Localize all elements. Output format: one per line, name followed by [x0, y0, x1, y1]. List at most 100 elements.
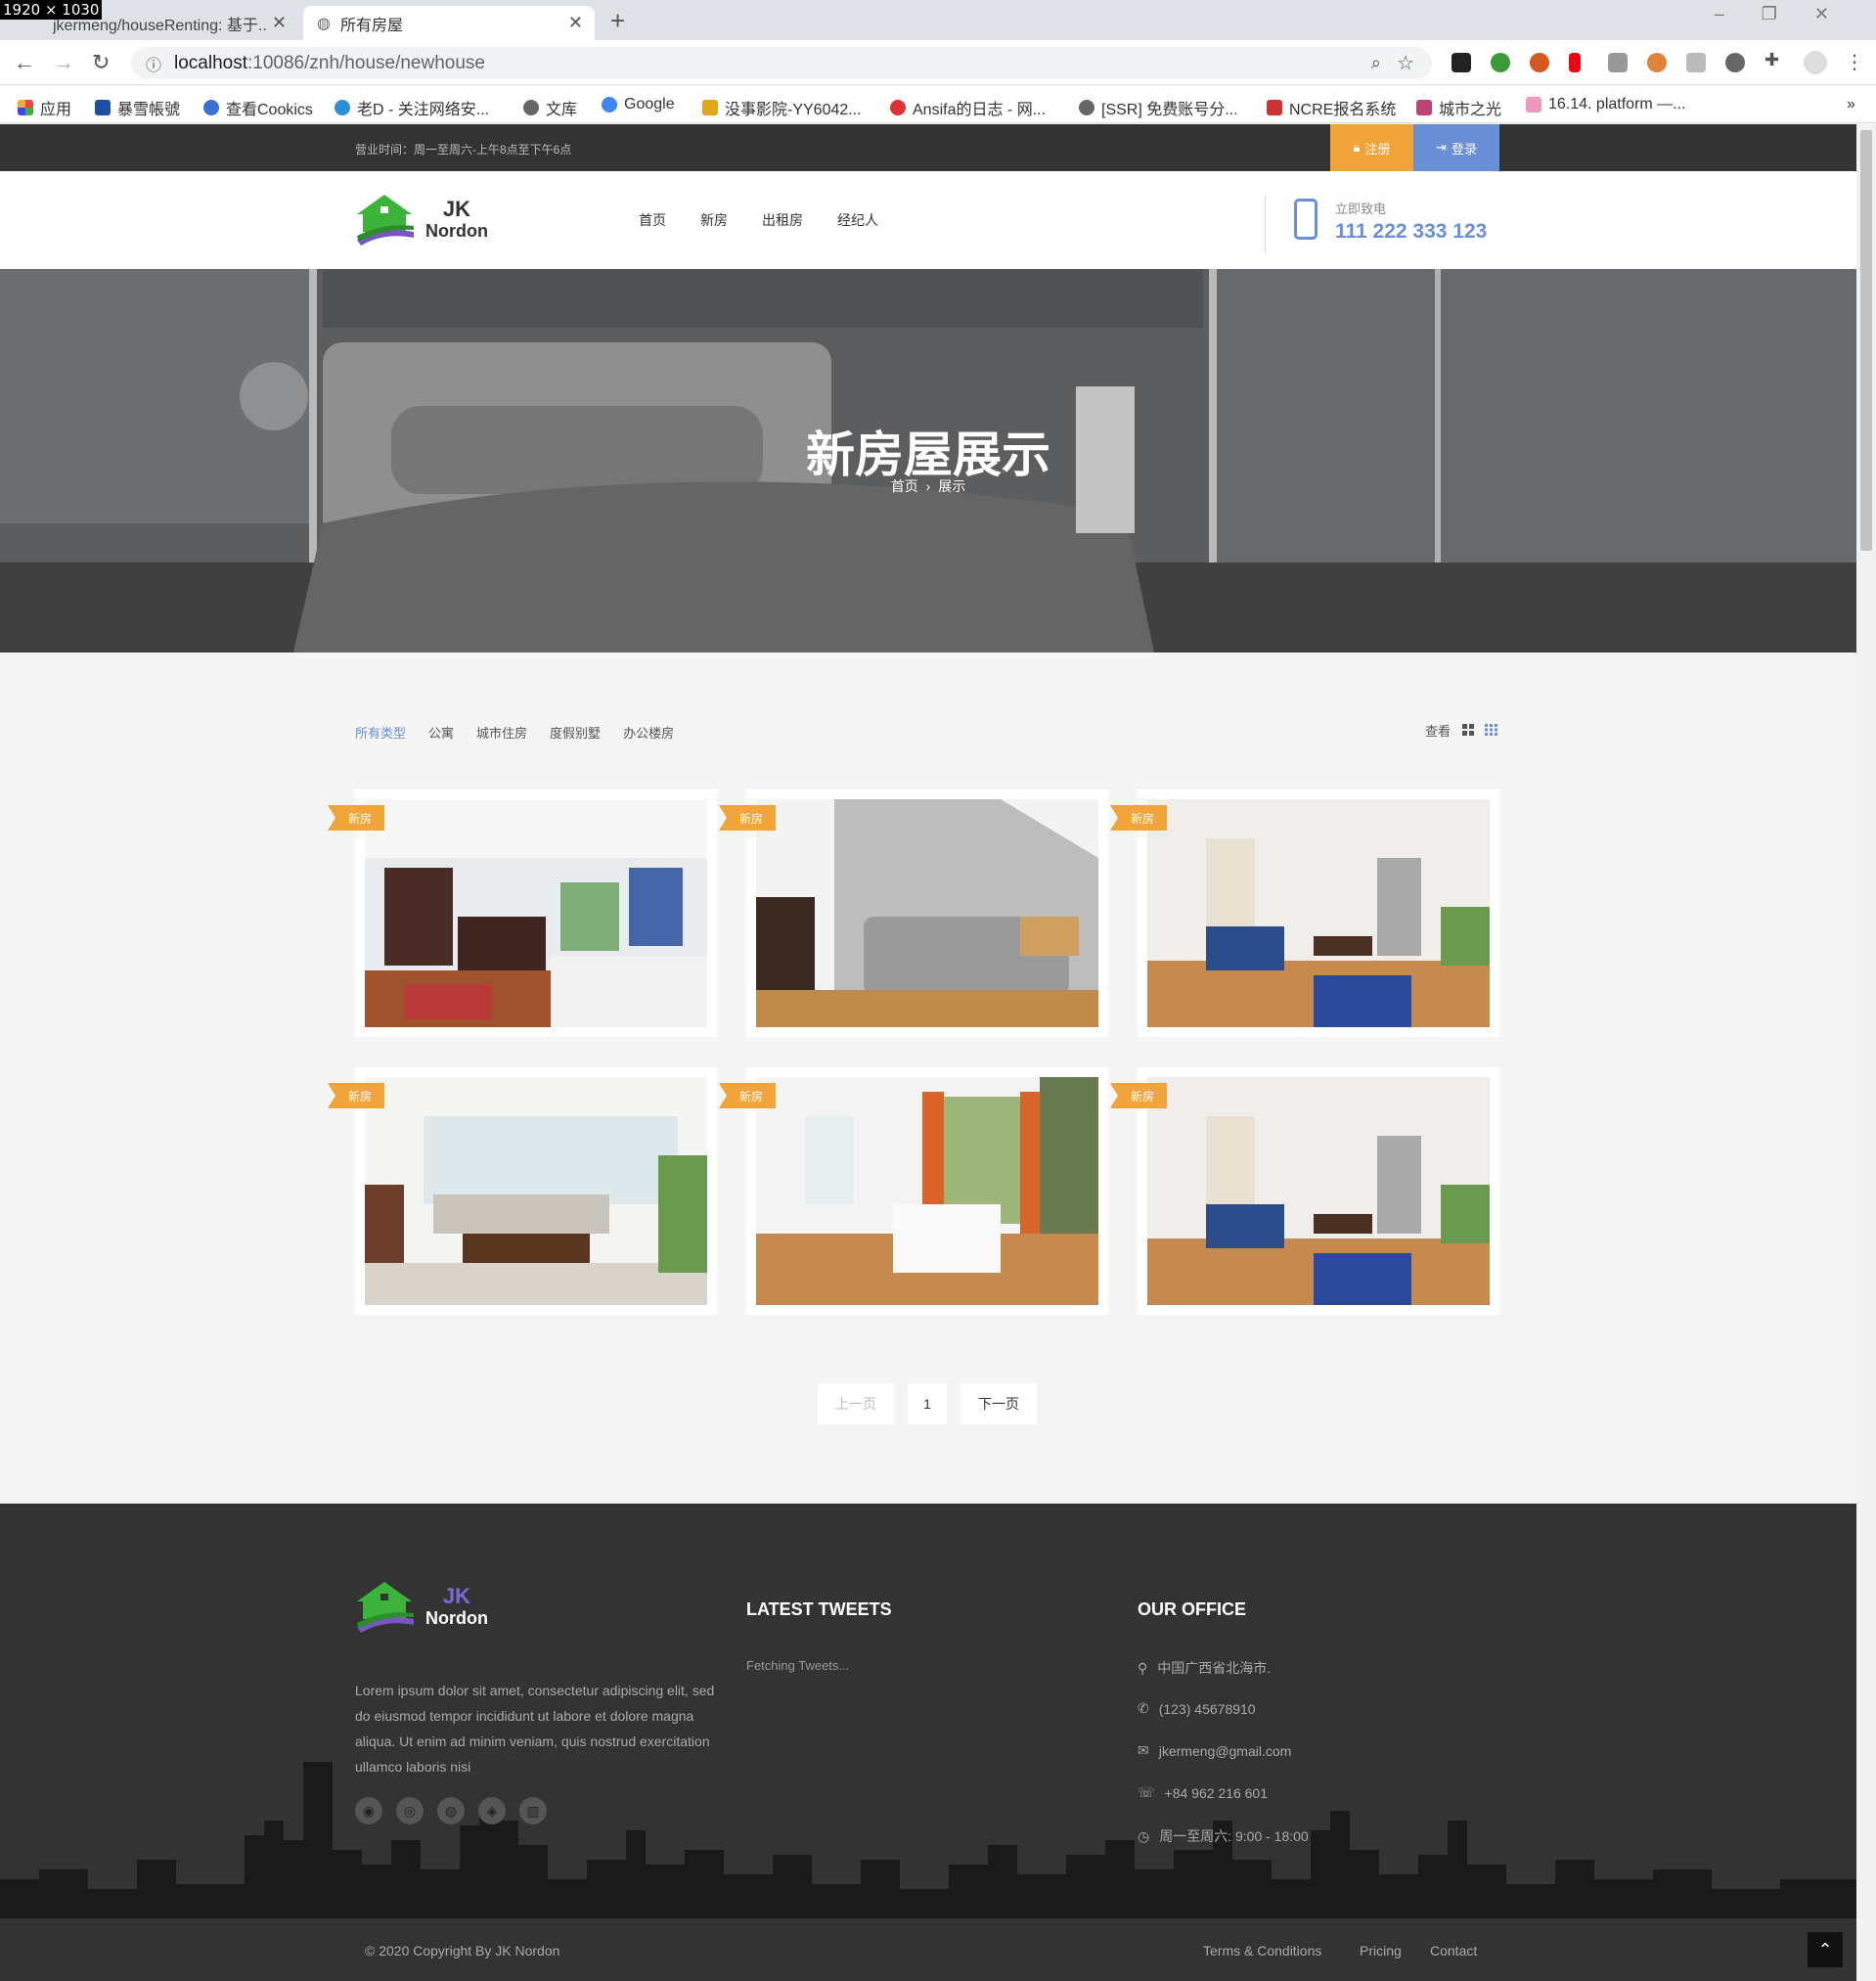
property-type-filters: 所有类型 公寓 城市住房 度假别墅 办公楼房	[355, 723, 674, 742]
scrollbar-thumb[interactable]	[1860, 130, 1872, 551]
bedroom-photo[interactable]	[756, 799, 1098, 1027]
bookmark-item[interactable]: 老D - 关注网络安...	[335, 96, 489, 119]
info-icon[interactable]: ⓘ	[146, 52, 161, 75]
property-card[interactable]: 新房	[328, 1067, 717, 1315]
next-page-button[interactable]: 下一页	[960, 1383, 1037, 1424]
netflix-icon[interactable]	[1569, 53, 1581, 72]
site-footer: JK Nordon Lorem ipsum dolor sit amet, con…	[0, 1504, 1856, 1918]
phone-number[interactable]: 111 222 333 123	[1335, 220, 1487, 244]
grid-large-icon[interactable]	[1462, 724, 1475, 736]
filter-office[interactable]: 办公楼房	[623, 723, 674, 742]
header-divider	[1265, 195, 1266, 253]
bookmarks-overflow[interactable]: »	[1847, 96, 1855, 113]
bookmark-item[interactable]: 文库	[523, 96, 577, 119]
share-icon[interactable]: ◈	[478, 1797, 506, 1824]
view-label: 查看	[1425, 724, 1452, 739]
property-card[interactable]: 新房	[328, 789, 717, 1037]
window-controls[interactable]: –❐✕	[1715, 4, 1866, 24]
grid-small-icon[interactable]	[1485, 724, 1497, 736]
contact-link[interactable]: Contact	[1430, 1943, 1477, 1958]
filter-city-house[interactable]: 城市住房	[476, 723, 527, 742]
site-logo[interactable]: JK Nordon	[355, 193, 488, 247]
living-room-photo[interactable]	[1147, 799, 1490, 1027]
bookmark-item[interactable]: NCRE报名系统	[1267, 96, 1396, 119]
page-scrollbar[interactable]	[1856, 124, 1876, 1981]
bookmark-apps[interactable]: 应用	[18, 96, 71, 119]
download-icon[interactable]	[1686, 53, 1706, 72]
nav-new-house[interactable]: 新房	[700, 210, 728, 230]
bookmark-item[interactable]: 16.14. platform —...	[1526, 96, 1686, 113]
browser-tab-strip: jkermeng/houseRenting: 基于... ✕ ◍ 所有房屋 ✕ …	[0, 0, 1876, 40]
weibo-icon[interactable]: ◍	[437, 1797, 465, 1824]
prev-page-button[interactable]: 上一页	[818, 1383, 894, 1424]
bookmark-item[interactable]: 暴雪帳號	[95, 96, 180, 119]
bookmark-item[interactable]: [SSR] 免费账号分...	[1079, 96, 1238, 119]
logo-text: JK Nordon	[425, 196, 488, 241]
extension-icon[interactable]	[1530, 53, 1549, 72]
puzzle-icon[interactable]: ✚	[1764, 50, 1779, 70]
nav-rental[interactable]: 出租房	[762, 210, 803, 230]
extension-icon[interactable]	[1491, 53, 1510, 72]
lock-icon: 🔒︎	[1353, 140, 1361, 155]
filter-apartment[interactable]: 公寓	[428, 723, 454, 742]
url-path: :10086/znh/house/newhouse	[247, 52, 485, 73]
bookmark-item[interactable]: 没事影院-YY6042...	[702, 96, 862, 119]
forward-icon[interactable]: →	[53, 50, 74, 75]
office-email[interactable]: ✉ jkermeng@gmail.com	[1138, 1742, 1291, 1759]
tab-title: 所有房屋	[339, 17, 403, 34]
more-icon[interactable]: ⋮	[1845, 50, 1864, 74]
browser-tab-active[interactable]: ◍ 所有房屋 ✕	[303, 6, 595, 40]
new-tab-icon[interactable]: +	[610, 6, 625, 36]
property-card[interactable]: 新房	[719, 1067, 1108, 1315]
back-to-top-chevron-up-icon[interactable]: ⌃	[1808, 1932, 1843, 1967]
property-card[interactable]: 新房	[719, 789, 1108, 1037]
call-label: 立即致电	[1335, 202, 1387, 216]
nav-agents[interactable]: 经纪人	[837, 210, 878, 230]
living-room-bright-photo[interactable]	[365, 1077, 707, 1305]
top-info-bar: 营业时间：周一至周六-上午8点至下午6点 🔒︎ 注册 ⇥ 登录	[0, 124, 1856, 171]
bookmark-item[interactable]: Ansifa的日志 - 网...	[890, 96, 1046, 119]
address-bar[interactable]: ⓘ localhost:10086/znh/house/newhouse ⌕ ☆	[131, 47, 1432, 79]
extension-icon[interactable]	[1608, 53, 1628, 72]
new-house-badge: 新房	[719, 1083, 776, 1108]
wechat-icon[interactable]: ◎	[396, 1797, 424, 1824]
footer-description: Lorem ipsum dolor sit amet, consectetur …	[355, 1683, 715, 1775]
living-room-photo[interactable]	[1147, 1077, 1490, 1305]
reload-icon[interactable]: ↻	[92, 50, 110, 75]
pricing-link[interactable]: Pricing	[1360, 1943, 1402, 1958]
dining-room-photo[interactable]	[756, 1077, 1098, 1305]
page-1-button[interactable]: 1	[908, 1383, 947, 1424]
new-house-badge: 新房	[328, 805, 384, 831]
property-card[interactable]: 新房	[1110, 789, 1499, 1037]
property-card[interactable]: 新房	[1110, 1067, 1499, 1315]
kitchen-photo[interactable]	[365, 799, 707, 1027]
sign-in-icon: ⇥	[1436, 140, 1447, 155]
breadcrumb-home[interactable]: 首页	[891, 478, 918, 494]
url-host: localhost	[174, 52, 247, 73]
house-logo-icon	[357, 195, 414, 246]
github-icon[interactable]: ▥	[519, 1797, 547, 1824]
zoom-icon[interactable]: ⌕	[1371, 53, 1381, 73]
qq-icon[interactable]: ◉	[355, 1797, 382, 1824]
back-icon[interactable]: ←	[14, 50, 35, 75]
terms-link[interactable]: Terms & Conditions	[1203, 1943, 1321, 1958]
footer-logo[interactable]: JK Nordon	[355, 1580, 488, 1634]
bookmark-star-icon[interactable]: ☆	[1397, 51, 1414, 75]
close-tab-icon[interactable]: ✕	[568, 13, 583, 33]
bookmark-item[interactable]: 查看Cookics	[203, 96, 313, 119]
nav-home[interactable]: 首页	[639, 210, 666, 230]
extension-icon[interactable]	[1647, 53, 1667, 72]
map-marker-icon: ⚲	[1138, 1659, 1148, 1676]
extension-icon[interactable]	[1725, 53, 1745, 72]
filter-villa[interactable]: 度假别墅	[550, 723, 601, 742]
bookmark-item[interactable]: Google	[602, 96, 675, 113]
filter-all[interactable]: 所有类型	[355, 723, 406, 742]
register-button[interactable]: 🔒︎ 注册	[1330, 124, 1413, 171]
login-button[interactable]: ⇥ 登录	[1413, 124, 1499, 171]
bookmark-item[interactable]: 城市之光	[1416, 96, 1501, 119]
profile-avatar[interactable]	[1804, 51, 1827, 74]
close-tab-icon[interactable]: ✕	[272, 13, 287, 33]
extension-icon[interactable]	[1452, 53, 1471, 72]
city-skyline-graphic	[0, 1762, 1856, 1918]
tweets-status: Fetching Tweets...	[746, 1658, 850, 1673]
